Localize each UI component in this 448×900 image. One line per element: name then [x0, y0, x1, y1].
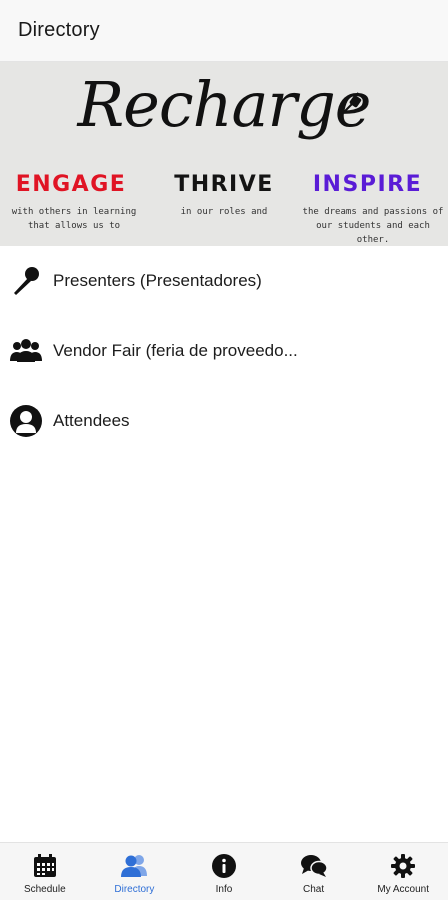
tab-label: Chat	[303, 884, 325, 895]
inspire-subtext: the dreams and passions of our students …	[302, 207, 444, 245]
tab-label: Info	[215, 884, 233, 895]
calendar-icon	[31, 852, 59, 880]
tab-label: Directory	[114, 884, 155, 895]
list-item-vendor-fair[interactable]: Vendor Fair (feria de proveedo...	[0, 316, 448, 386]
page-title: Directory	[18, 19, 100, 41]
list-item-label: Attendees	[53, 411, 130, 430]
list-item-label: Vendor Fair (feria de proveedo...	[53, 341, 298, 360]
tab-info[interactable]: Info	[179, 843, 269, 900]
engage-word: ENGAGE	[15, 172, 127, 197]
list-item-label: Presenters (Presentadores)	[53, 271, 262, 290]
tab-label: My Account	[377, 884, 430, 895]
list-item-presenters[interactable]: Presenters (Presentadores)	[0, 246, 448, 316]
group-icon	[8, 333, 44, 369]
person-circle-icon	[8, 403, 44, 439]
people-icon	[120, 852, 148, 880]
microphone-icon	[8, 263, 44, 299]
banner-logo-text: Recharge	[77, 68, 371, 141]
plug-icon	[343, 92, 365, 113]
thrive-word: THRIVE	[174, 172, 274, 197]
chat-icon	[300, 852, 328, 880]
list-item-attendees[interactable]: Attendees	[0, 386, 448, 456]
tab-label: Schedule	[23, 884, 66, 895]
info-icon	[210, 852, 238, 880]
thrive-subtext: in our roles and	[180, 207, 268, 217]
tab-my-account[interactable]: My Account	[358, 843, 448, 900]
gear-icon	[389, 852, 417, 880]
tab-directory[interactable]: Directory	[90, 843, 180, 900]
tab-schedule[interactable]: Schedule	[0, 843, 90, 900]
bottom-tab-bar: Schedule Directory Info Chat My Account	[0, 842, 448, 900]
app-bar: Directory	[0, 0, 448, 62]
directory-list: Presenters (Presentadores) Vendor Fair (…	[0, 246, 448, 456]
inspire-word: INSPIRE	[312, 172, 423, 197]
event-banner: Recharge ENGAGE THRIVE INSPIRE with othe…	[0, 62, 448, 246]
tab-chat[interactable]: Chat	[269, 843, 359, 900]
engage-subtext: with others in learning that allows us t…	[11, 207, 137, 231]
